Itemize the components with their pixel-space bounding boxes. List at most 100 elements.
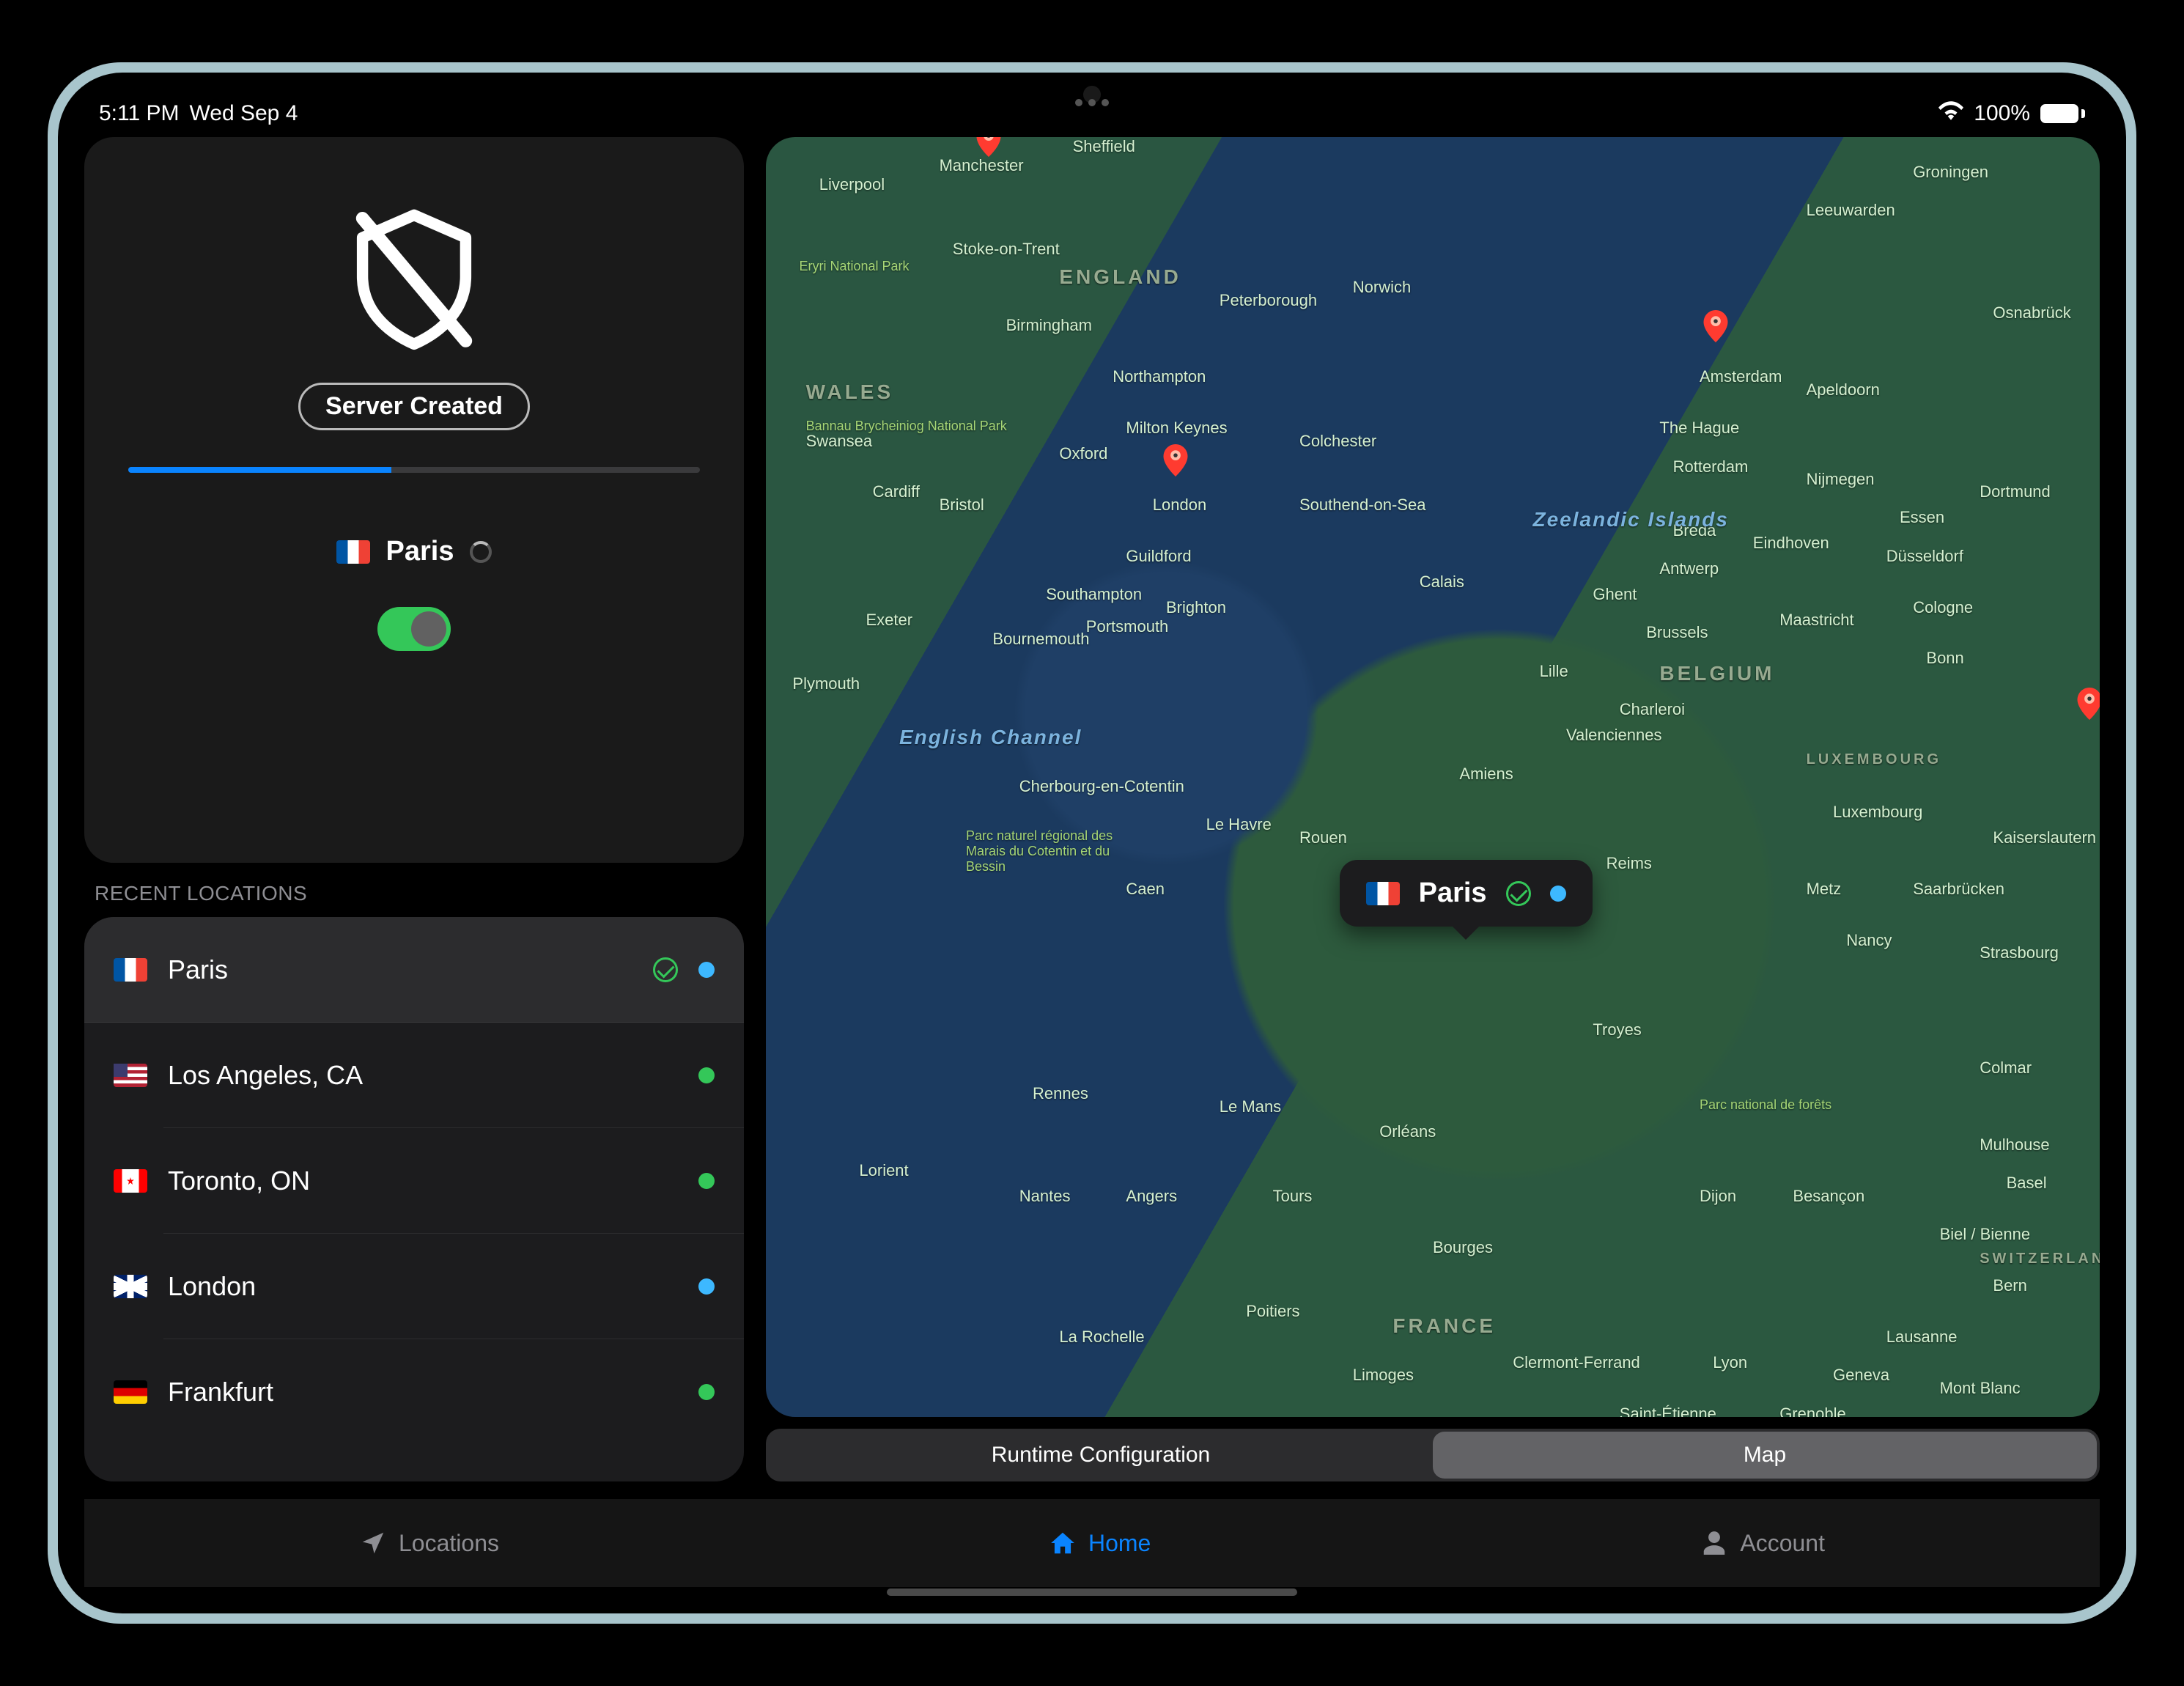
map-city-label: Birmingham bbox=[1006, 316, 1092, 335]
shield-off-icon bbox=[333, 196, 495, 361]
map-region-label: LUXEMBOURG bbox=[1807, 751, 1941, 768]
verified-check-icon bbox=[1506, 881, 1531, 906]
map-city-label: Rouen bbox=[1299, 828, 1347, 847]
status-dot bbox=[698, 1278, 715, 1295]
map-city-label: Antwerp bbox=[1659, 559, 1719, 578]
map-city-label: Geneva bbox=[1833, 1366, 1889, 1385]
map-city-label: Lyon bbox=[1713, 1353, 1747, 1372]
map-city-label: La Rochelle bbox=[1059, 1328, 1144, 1347]
screen: 5:11 PM Wed Sep 4 100% bbox=[58, 73, 2126, 1613]
map-region-label: BELGIUM bbox=[1659, 662, 1774, 685]
recent-locations-section: RECENT LOCATIONS Paris Los Angeles, CA Tor… bbox=[84, 877, 744, 1481]
flag-icon bbox=[114, 958, 147, 982]
map-city-label: Eindhoven bbox=[1753, 534, 1829, 553]
status-dot bbox=[698, 1173, 715, 1189]
map-region-label: FRANCE bbox=[1392, 1314, 1496, 1338]
map-city-label: Bournemouth bbox=[992, 630, 1089, 649]
tab-locations[interactable]: Locations bbox=[359, 1529, 499, 1557]
map-city-label: Düsseldorf bbox=[1886, 547, 1963, 566]
tab-home[interactable]: Home bbox=[1049, 1529, 1151, 1557]
map[interactable]: Paris LiverpoolManchesterSheffieldStoke-… bbox=[766, 137, 2100, 1417]
connection-status-label: Server Created bbox=[298, 383, 530, 430]
map-city-label: Nancy bbox=[1846, 931, 1892, 950]
battery-percent: 100% bbox=[1974, 101, 2030, 126]
map-city-label: London bbox=[1153, 496, 1206, 515]
map-city-label: Angers bbox=[1126, 1187, 1177, 1206]
map-city-label: Essen bbox=[1900, 508, 1944, 527]
location-row[interactable]: London bbox=[84, 1234, 744, 1339]
map-region-label: English Channel bbox=[899, 726, 1082, 749]
tab-bar: Locations Home Account bbox=[84, 1499, 2100, 1587]
map-city-label: Bourges bbox=[1433, 1238, 1493, 1257]
connection-location: Paris bbox=[336, 536, 492, 567]
connection-status-card: Server Created Paris bbox=[84, 137, 744, 863]
connection-progress bbox=[128, 467, 700, 473]
house-icon bbox=[1049, 1529, 1077, 1557]
recent-locations-header: RECENT LOCATIONS bbox=[84, 877, 744, 910]
segment-map[interactable]: Map bbox=[1433, 1432, 2097, 1479]
flag-icon bbox=[1366, 882, 1400, 905]
tab-label: Account bbox=[1740, 1530, 1825, 1557]
segment-runtime-config[interactable]: Runtime Configuration bbox=[769, 1432, 1433, 1479]
location-arrow-icon bbox=[359, 1529, 387, 1557]
location-name: Paris bbox=[168, 954, 228, 985]
status-dot bbox=[698, 1384, 715, 1400]
map-city-label: Orléans bbox=[1379, 1122, 1436, 1141]
map-city-label: Maastricht bbox=[1779, 611, 1853, 630]
spinner-icon bbox=[470, 541, 492, 563]
map-pin-icon[interactable] bbox=[1700, 310, 1732, 342]
map-city-label: Milton Keynes bbox=[1126, 419, 1227, 438]
map-park-label: Parc national de forêts bbox=[1700, 1097, 1833, 1113]
map-city-label: Swansea bbox=[806, 432, 873, 451]
recent-locations-list: Paris Los Angeles, CA Toronto, ON London Fra… bbox=[84, 917, 744, 1481]
location-name: Los Angeles, CA bbox=[168, 1060, 363, 1091]
map-city-label: Troyes bbox=[1593, 1020, 1641, 1039]
map-city-label: Dijon bbox=[1700, 1187, 1736, 1206]
map-pin-icon[interactable] bbox=[973, 137, 1005, 157]
map-city-label: Oxford bbox=[1059, 444, 1107, 463]
map-city-label: Ghent bbox=[1593, 585, 1637, 604]
map-city-label: Reims bbox=[1606, 854, 1652, 873]
connection-toggle[interactable] bbox=[377, 607, 451, 651]
multitask-dots[interactable] bbox=[1075, 99, 1109, 106]
location-row[interactable]: Toronto, ON bbox=[84, 1128, 744, 1234]
map-city-label: Brighton bbox=[1166, 598, 1226, 617]
map-city-label: Northampton bbox=[1113, 367, 1206, 386]
map-pin-icon[interactable] bbox=[2073, 688, 2100, 720]
map-park-label: Eryri National Park bbox=[800, 259, 910, 274]
location-name: Toronto, ON bbox=[168, 1166, 310, 1196]
map-city-label: Lorient bbox=[859, 1161, 908, 1180]
map-callout-name: Paris bbox=[1419, 877, 1487, 909]
status-dot bbox=[698, 1067, 715, 1083]
map-city-label: Manchester bbox=[940, 156, 1024, 175]
map-city-label: Bern bbox=[1993, 1276, 2026, 1295]
map-city-label: Le Havre bbox=[1206, 815, 1272, 834]
map-callout[interactable]: Paris bbox=[1340, 860, 1593, 927]
home-indicator[interactable] bbox=[887, 1589, 1297, 1596]
map-pin-icon[interactable] bbox=[1159, 444, 1192, 476]
view-segmented-control[interactable]: Runtime Configuration Map bbox=[766, 1429, 2100, 1481]
tab-account[interactable]: Account bbox=[1700, 1529, 1825, 1557]
battery-icon bbox=[2040, 104, 2085, 123]
map-city-label: Saarbrücken bbox=[1913, 880, 2004, 899]
location-row[interactable]: Paris bbox=[84, 917, 744, 1023]
ipad-frame: 5:11 PM Wed Sep 4 100% bbox=[48, 62, 2136, 1624]
map-city-label: Southampton bbox=[1046, 585, 1142, 604]
map-city-label: Rotterdam bbox=[1673, 457, 1749, 476]
map-city-label: Colchester bbox=[1299, 432, 1376, 451]
map-park-label: Parc naturel régional des Marais du Cote… bbox=[966, 828, 1140, 875]
map-city-label: Nijmegen bbox=[1807, 470, 1875, 489]
location-name: London bbox=[168, 1271, 256, 1302]
map-city-label: Le Mans bbox=[1220, 1097, 1281, 1116]
location-row[interactable]: Los Angeles, CA bbox=[84, 1023, 744, 1128]
location-row[interactable]: Frankfurt bbox=[84, 1339, 744, 1445]
map-city-label: Grenoble bbox=[1779, 1405, 1846, 1417]
map-city-label: Amsterdam bbox=[1700, 367, 1782, 386]
map-city-label: Valenciennes bbox=[1566, 726, 1661, 745]
map-city-label: Sheffield bbox=[1073, 137, 1135, 156]
map-city-label: Cardiff bbox=[873, 482, 920, 501]
connection-progress-fill bbox=[128, 467, 391, 473]
map-city-label: Calais bbox=[1420, 573, 1464, 592]
map-region-label: Zeelandic Islands bbox=[1533, 508, 1729, 531]
wifi-icon bbox=[1938, 101, 1963, 126]
